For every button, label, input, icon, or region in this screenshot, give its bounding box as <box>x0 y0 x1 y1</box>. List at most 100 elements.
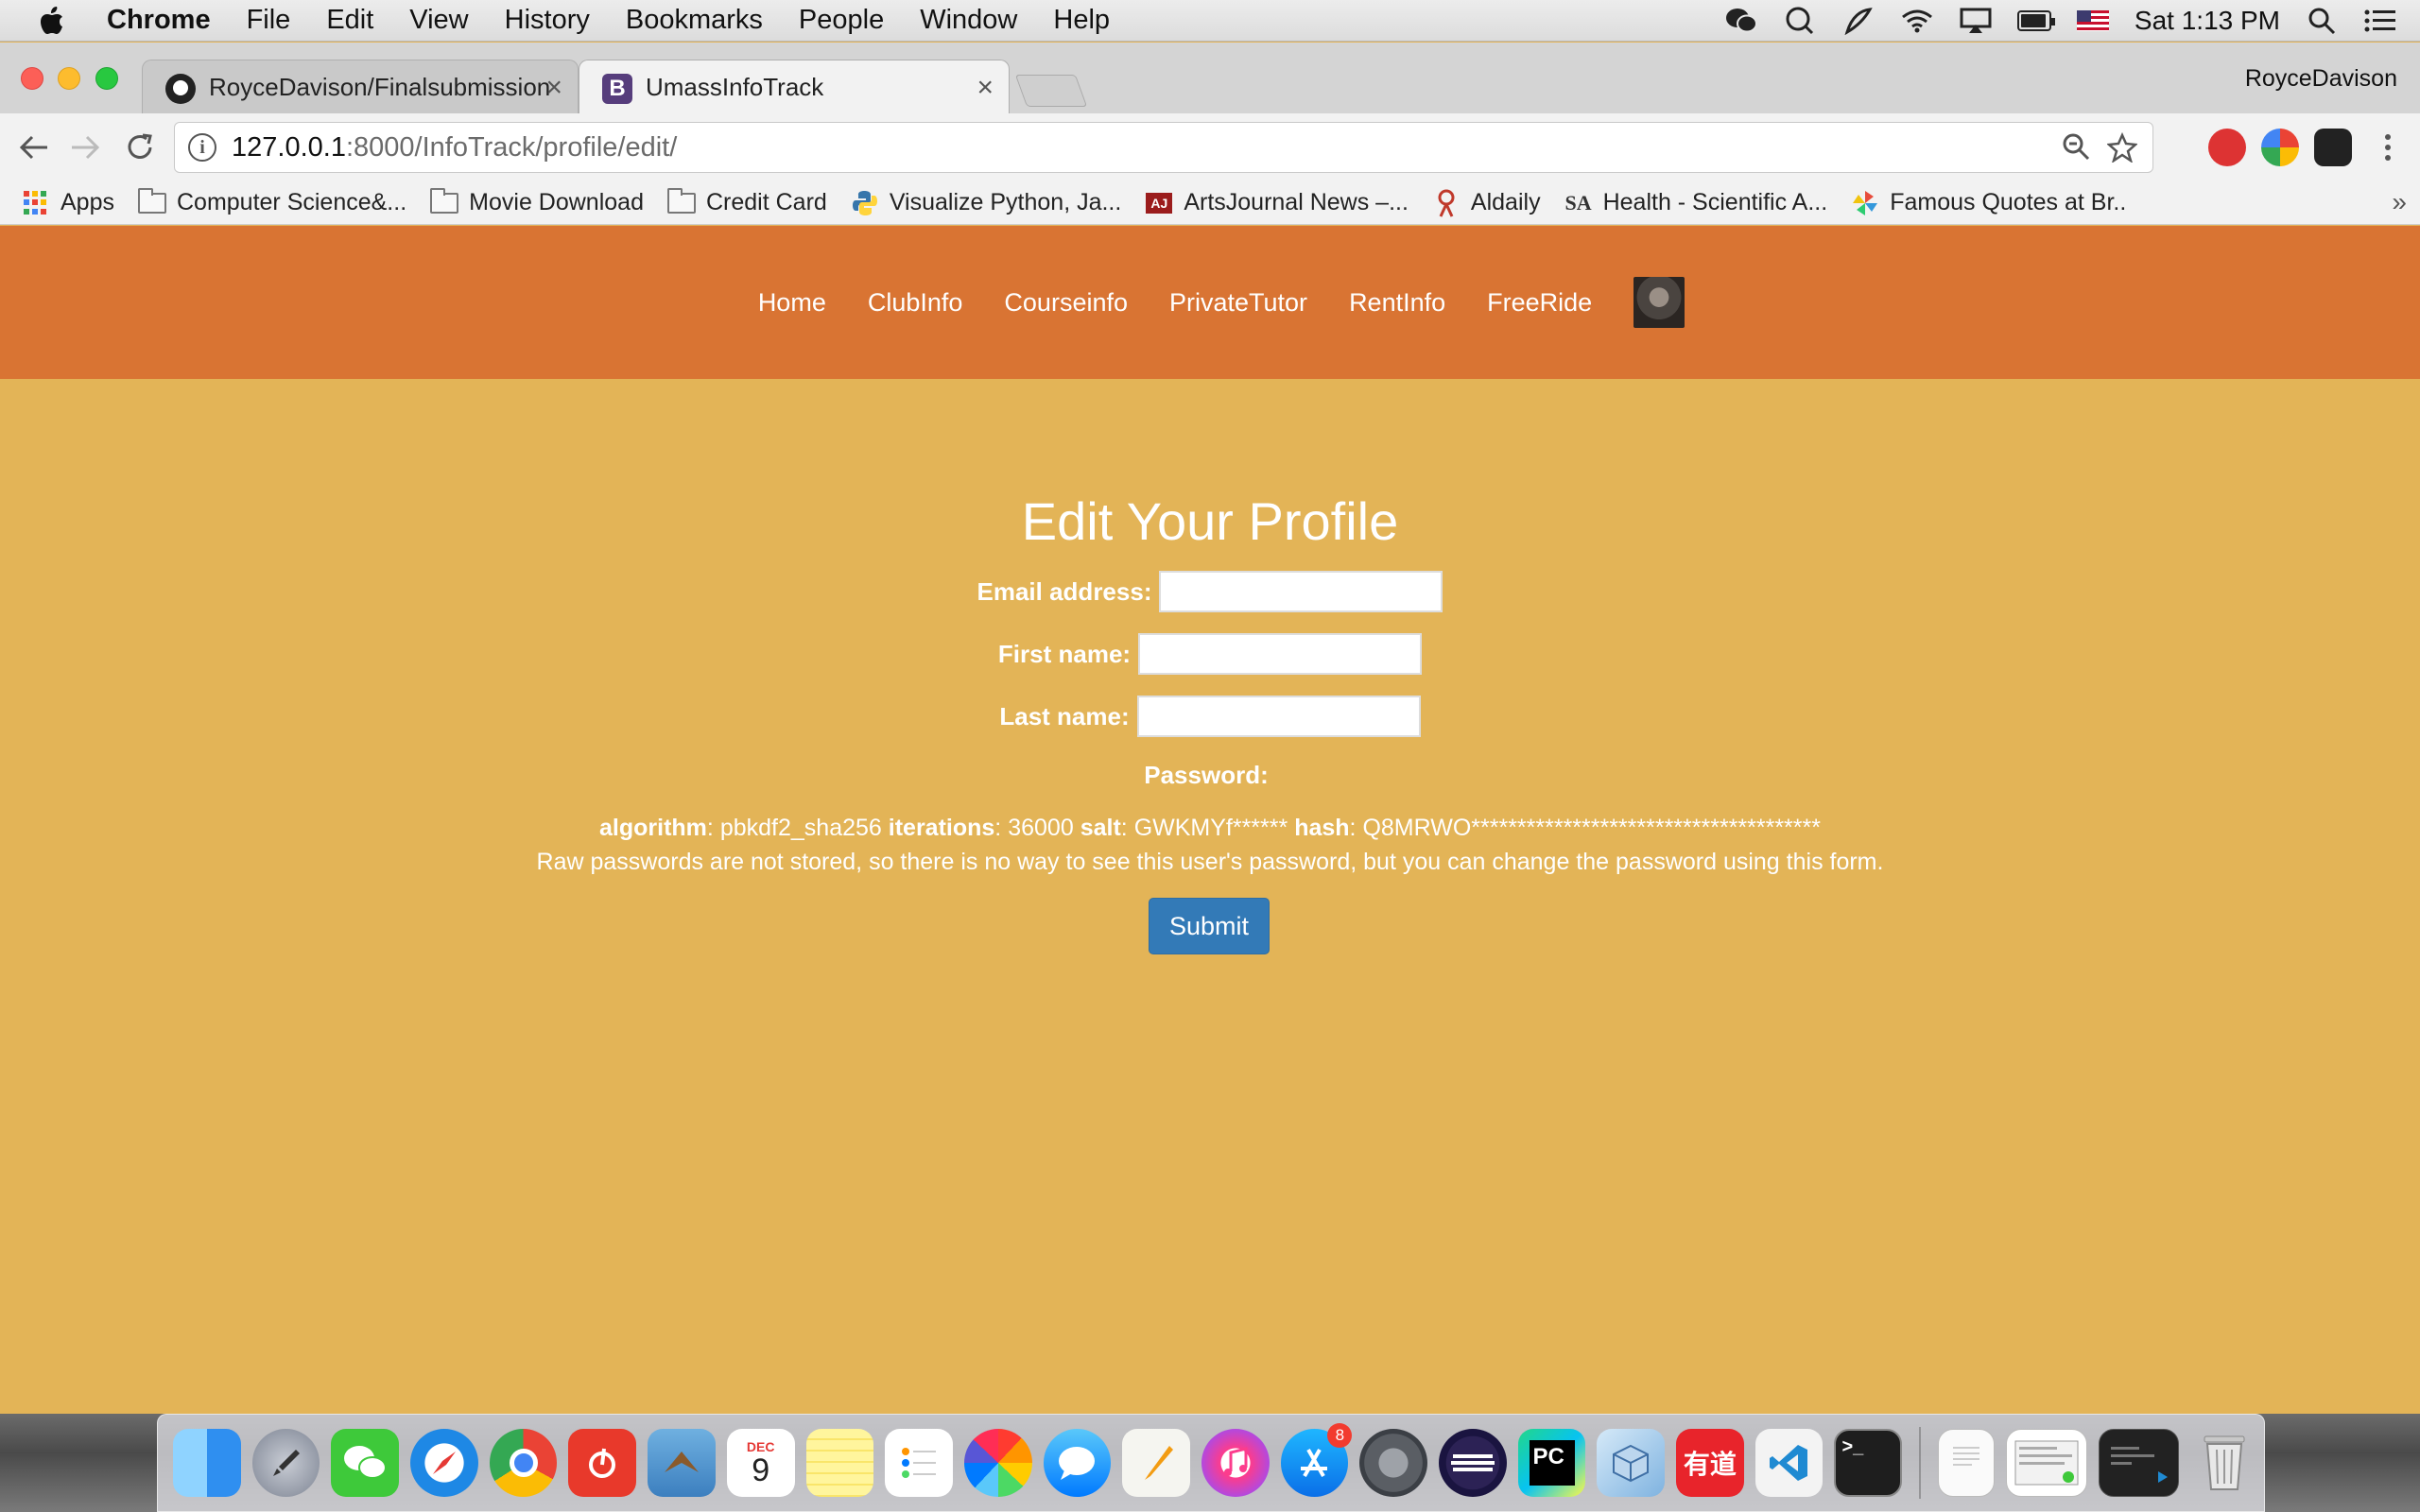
wechat-status-icon[interactable] <box>1724 7 1758 35</box>
photos-icon[interactable] <box>963 1429 1032 1497</box>
mail-eagle-icon[interactable] <box>648 1429 716 1497</box>
menu-file[interactable]: File <box>229 5 309 36</box>
us-flag-input-icon[interactable] <box>2076 7 2110 35</box>
menu-app-name[interactable]: Chrome <box>89 5 229 36</box>
password-row: Password: <box>0 761 2420 790</box>
menu-history[interactable]: History <box>487 5 608 36</box>
window-zoom-button[interactable] <box>95 67 118 90</box>
tab-close-icon[interactable]: × <box>545 72 562 104</box>
youdao-label: 有道 <box>1683 1450 1737 1479</box>
new-tab-button[interactable] <box>1014 75 1088 107</box>
eclipse-icon[interactable] <box>1439 1429 1507 1497</box>
system-preferences-icon[interactable] <box>1359 1429 1427 1497</box>
github-icon <box>165 74 196 104</box>
docx-document-icon[interactable] <box>1938 1429 1995 1497</box>
terminal-window-thumbnail-icon[interactable] <box>2098 1429 2180 1497</box>
bookmark-scientific-american[interactable]: SA Health - Scientific A... <box>1564 189 1828 216</box>
window-thumbnail-icon[interactable] <box>2005 1429 2087 1497</box>
password-help-text: Raw passwords are not stored, so there i… <box>536 849 1884 875</box>
site-info-icon[interactable]: i <box>188 133 216 162</box>
menu-view[interactable]: View <box>391 5 486 36</box>
terminal-icon[interactable]: >_ <box>1834 1429 1903 1497</box>
wifi-icon[interactable] <box>1900 7 1934 35</box>
aldaily-icon <box>1431 189 1461 217</box>
sa-icon: SA <box>1564 190 1592 215</box>
nav-link-freeride[interactable]: FreeRide <box>1466 288 1613 318</box>
trash-icon[interactable] <box>2190 1429 2258 1497</box>
finder-icon[interactable] <box>173 1429 241 1497</box>
extension-evernote-icon[interactable] <box>2314 129 2352 166</box>
last-name-field[interactable] <box>1136 696 1421 737</box>
launchpad-icon[interactable] <box>251 1429 320 1497</box>
youdao-icon[interactable]: 有道 <box>1676 1429 1744 1497</box>
menubar-clock[interactable]: Sat 1:13 PM <box>2135 6 2280 36</box>
bookmark-star-icon[interactable] <box>2106 131 2138 170</box>
wechat-icon[interactable] <box>331 1429 400 1497</box>
bookmark-apps[interactable]: Apps <box>21 189 114 216</box>
chrome-menu-icon[interactable] <box>2365 125 2411 170</box>
bookmark-label: Aldaily <box>1470 189 1541 215</box>
window-close-button[interactable] <box>21 67 43 90</box>
pycharm-icon[interactable]: PC <box>1517 1429 1586 1497</box>
virtualbox-icon[interactable] <box>1597 1429 1666 1497</box>
tab-umassinfotrack[interactable]: B UmassInfoTrack × <box>579 60 1010 113</box>
calendar-icon[interactable]: DEC 9 <box>726 1429 795 1497</box>
folder-icon <box>666 187 697 215</box>
bookmarks-overflow-icon[interactable]: » <box>2392 187 2407 217</box>
menu-people[interactable]: People <box>781 5 902 36</box>
extension-check-icon[interactable] <box>2261 129 2299 166</box>
vscode-icon[interactable] <box>1754 1429 1824 1497</box>
address-bar[interactable]: i 127.0.0.1:8000/InfoTrack/profile/edit/ <box>174 122 2153 173</box>
url-host: 127.0.0.1 <box>232 131 346 163</box>
nav-link-privatetutor[interactable]: PrivateTutor <box>1149 288 1328 318</box>
messages-icon[interactable] <box>1043 1429 1112 1497</box>
reload-button[interactable] <box>117 125 163 170</box>
bookmark-folder-movie-download[interactable]: Movie Download <box>429 187 644 216</box>
app-store-icon[interactable]: 8 <box>1280 1423 1353 1497</box>
bookmark-folder-credit-card[interactable]: Credit Card <box>666 187 827 216</box>
site-navbar: Home ClubInfo Courseinfo PrivateTutor Re… <box>0 226 2420 379</box>
battery-icon[interactable] <box>2016 7 2055 35</box>
nav-link-clubinfo[interactable]: ClubInfo <box>847 288 984 318</box>
netease-music-icon[interactable] <box>568 1429 637 1497</box>
bookmark-visualize-python[interactable]: Visualize Python, Ja... <box>850 189 1121 216</box>
bookmark-famous-quotes[interactable]: Famous Quotes at Br.. <box>1850 189 2126 216</box>
menu-edit[interactable]: Edit <box>308 5 391 36</box>
qq-status-icon[interactable] <box>1783 7 1817 35</box>
user-avatar[interactable] <box>1634 277 1685 328</box>
apple-menu-icon[interactable] <box>26 6 78 35</box>
first-name-field[interactable] <box>1138 633 1423 675</box>
email-field[interactable] <box>1159 571 1443 612</box>
chrome-icon[interactable] <box>489 1429 558 1497</box>
extension-red-icon[interactable] <box>2208 129 2246 166</box>
menu-bookmarks[interactable]: Bookmarks <box>608 5 781 36</box>
bookmark-folder-computer-science[interactable]: Computer Science&... <box>137 187 406 216</box>
notes-icon[interactable] <box>805 1429 874 1497</box>
menu-window[interactable]: Window <box>902 5 1035 36</box>
back-button[interactable] <box>11 125 57 170</box>
itunes-icon[interactable] <box>1201 1429 1270 1497</box>
pinwheel-icon <box>1850 190 1880 215</box>
nav-link-rentinfo[interactable]: RentInfo <box>1328 288 1466 318</box>
bookmark-artsjournal[interactable]: AJ ArtsJournal News –... <box>1144 189 1409 216</box>
bookmark-aldaily[interactable]: Aldaily <box>1431 189 1541 217</box>
airplay-icon[interactable] <box>1959 7 1993 35</box>
tab-github[interactable]: RoyceDavison/Finalsubmission × <box>142 60 579 113</box>
nav-link-home[interactable]: Home <box>737 288 847 318</box>
spotlight-search-icon[interactable] <box>2305 7 2339 35</box>
chrome-profile-name[interactable]: RoyceDavison <box>2245 65 2397 93</box>
reminders-icon[interactable] <box>885 1429 953 1497</box>
iterations-value: 36000 <box>1008 815 1074 841</box>
quill-status-icon[interactable] <box>1841 7 1876 35</box>
browser-toolbar: i 127.0.0.1:8000/InfoTrack/profile/edit/ <box>0 113 2420 181</box>
safari-icon[interactable] <box>410 1429 478 1497</box>
nav-link-courseinfo[interactable]: Courseinfo <box>983 288 1149 318</box>
forward-button[interactable] <box>62 125 108 170</box>
zoom-icon[interactable] <box>2062 132 2090 168</box>
pages-icon[interactable] <box>1122 1429 1190 1497</box>
window-minimize-button[interactable] <box>58 67 80 90</box>
submit-button[interactable]: Submit <box>1149 898 1270 954</box>
tab-close-icon[interactable]: × <box>977 72 994 104</box>
notification-center-icon[interactable] <box>2363 7 2397 35</box>
menu-help[interactable]: Help <box>1035 5 1128 36</box>
